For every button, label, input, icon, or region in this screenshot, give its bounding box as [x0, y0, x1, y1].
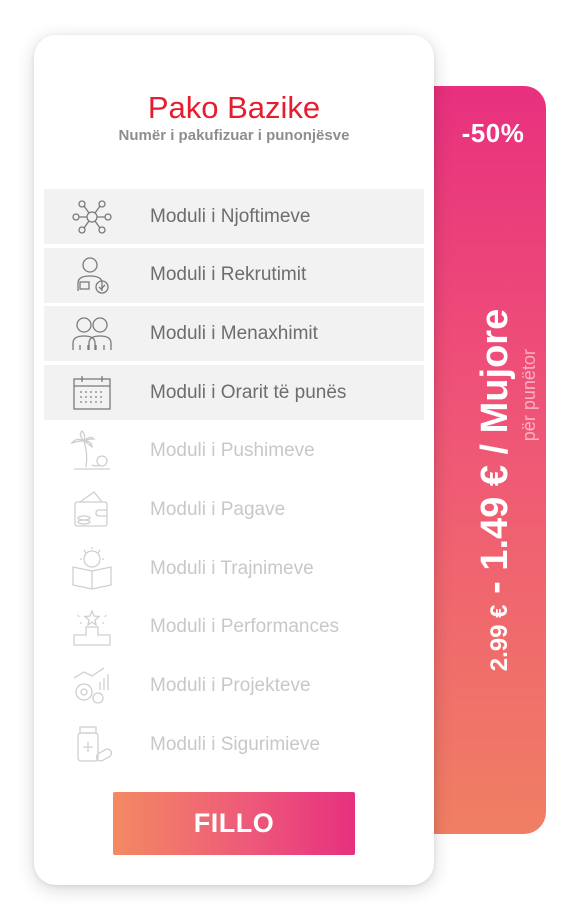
module-item: Moduli i Pushimeve — [44, 424, 424, 479]
podium-icon — [66, 605, 118, 649]
module-item: Moduli i Pagave — [44, 483, 424, 538]
price-label: 2.99 € - 1.49 € / Mujore për punëtor — [474, 308, 539, 672]
module-label: Moduli i Pushimeve — [150, 440, 315, 462]
module-item: Moduli i Rekrutimit — [44, 247, 424, 303]
module-label: Moduli i Sigurimieve — [150, 733, 321, 755]
module-item: Moduli i Trajnimeve — [44, 541, 424, 596]
new-price: 1.49 € — [474, 465, 516, 571]
module-label: Moduli i Menaxhimit — [150, 322, 318, 344]
module-label: Moduli i Orarit të punës — [150, 381, 347, 403]
calendar-icon — [66, 371, 118, 415]
module-item: Moduli i Performances — [44, 600, 424, 655]
module-item: Moduli i Njoftimeve — [44, 189, 424, 244]
training-icon — [66, 546, 118, 591]
module-label: Moduli i Trajnimeve — [150, 557, 314, 579]
module-label: Moduli i Pagave — [150, 499, 286, 520]
plan-subtitle: Numër i pakufizuar i punonjësve — [118, 127, 350, 144]
discount-badge: -50% — [461, 118, 525, 148]
insurance-icon — [66, 723, 118, 767]
module-item: Moduli i Sigurimieve — [44, 717, 424, 772]
price-unit: për punëtor — [519, 349, 539, 442]
module-label: Moduli i Rekrutimit — [150, 264, 307, 286]
wallet-icon — [66, 488, 118, 532]
beach-icon — [66, 429, 118, 473]
project-icon — [66, 664, 118, 708]
plan-title-bold: Bazike — [227, 90, 321, 125]
team-icon — [66, 312, 118, 356]
plan-card: Pako Bazike Numër i pakufizuar i punonjë… — [34, 35, 434, 885]
price-separator: - — [474, 570, 516, 605]
network-icon — [66, 195, 118, 239]
module-label: Moduli i Njoftimeve — [150, 205, 311, 227]
price-period: / Mujore — [474, 308, 516, 466]
plan-title-light: Pako — [147, 90, 219, 125]
old-price: 2.99 € — [486, 604, 513, 672]
module-item: Moduli i Projekteve — [44, 659, 424, 714]
plan-title: Pako Bazike — [34, 90, 434, 126]
module-item: Moduli i Menaxhimit — [44, 306, 424, 362]
module-label: Moduli i Projekteve — [150, 675, 311, 697]
module-label: Moduli i Performances — [150, 616, 340, 638]
recruit-icon — [66, 253, 118, 297]
module-item: Moduli i Orarit të punës — [44, 365, 424, 421]
start-button[interactable]: FILLO — [113, 792, 355, 855]
